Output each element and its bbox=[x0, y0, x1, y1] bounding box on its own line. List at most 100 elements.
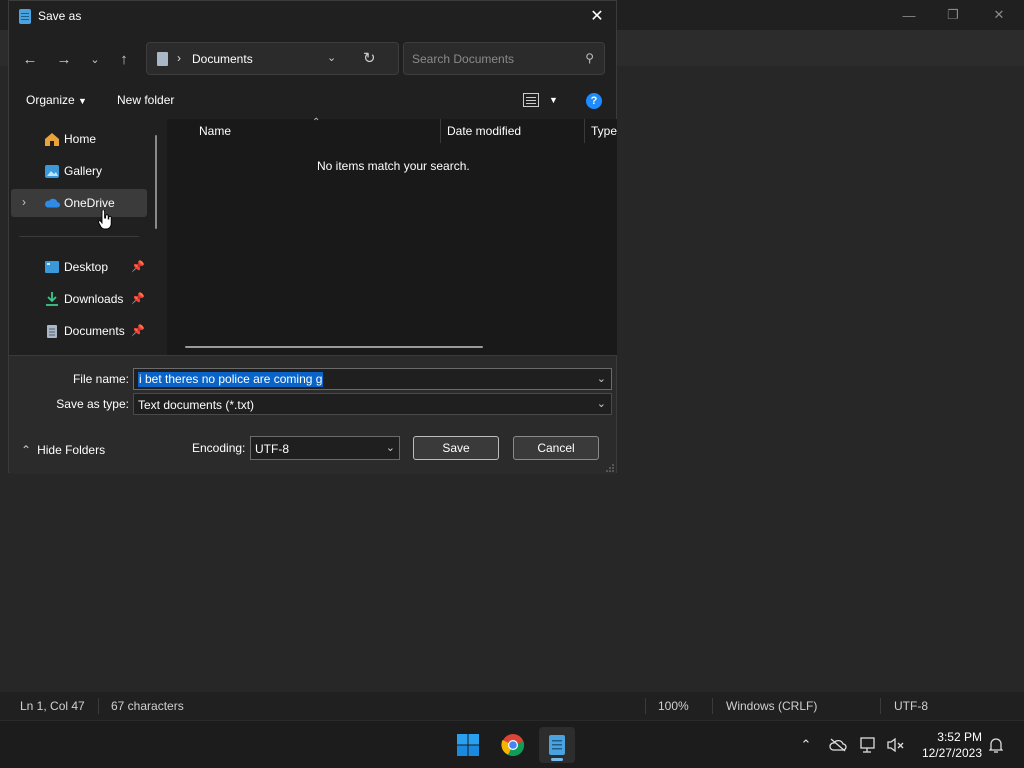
column-header-date-modified[interactable]: Date modified bbox=[447, 124, 521, 138]
breadcrumb-chevron-icon: › bbox=[177, 51, 181, 65]
zoom-level: 100% bbox=[658, 699, 689, 713]
chevron-up-icon[interactable]: ⌃ bbox=[796, 735, 816, 755]
chevron-down-icon[interactable]: ⌄ bbox=[597, 372, 606, 385]
new-folder-button[interactable]: New folder bbox=[117, 93, 174, 107]
search-icon[interactable]: ⚲ bbox=[585, 51, 594, 65]
search-box[interactable]: ⚲ bbox=[403, 42, 605, 75]
line-ending: Windows (CRLF) bbox=[726, 699, 818, 713]
status-encoding: UTF-8 bbox=[894, 699, 928, 713]
character-count: 67 characters bbox=[111, 699, 184, 713]
file-name-input[interactable]: i bet theres no police are coming g bbox=[138, 372, 324, 387]
save-as-dialog: Save as ✕ ← → ⌄ ↑ › Documents ⌄ ↻ ⚲ Orga… bbox=[8, 0, 617, 474]
file-name-label: File name: bbox=[72, 372, 129, 386]
dialog-title: Save as bbox=[38, 9, 82, 23]
nav-item-label: Desktop bbox=[64, 260, 109, 274]
gallery-icon bbox=[44, 163, 60, 179]
documents-icon bbox=[157, 52, 168, 66]
pin-icon: 📌 bbox=[131, 261, 145, 273]
organize-label: Organize bbox=[26, 93, 75, 107]
empty-results-message: No items match your search. bbox=[317, 159, 470, 173]
encoding-label: Encoding: bbox=[192, 441, 246, 455]
volume-muted-icon[interactable] bbox=[886, 735, 906, 755]
column-header-type[interactable]: Type bbox=[591, 124, 617, 138]
nav-scrollbar[interactable] bbox=[155, 135, 157, 229]
save-as-type-label: Save as type: bbox=[56, 397, 129, 411]
desktop-icon bbox=[44, 259, 60, 275]
nav-item-label: OneDrive bbox=[64, 196, 115, 210]
close-icon[interactable]: ✕ bbox=[976, 0, 1022, 30]
up-arrow-icon[interactable]: ↑ bbox=[112, 47, 136, 71]
chevron-right-icon[interactable]: › bbox=[22, 195, 26, 209]
nav-item-label: Gallery bbox=[64, 164, 103, 178]
address-bar[interactable]: › Documents ⌄ ↻ bbox=[146, 42, 399, 75]
notepad-icon bbox=[19, 9, 31, 24]
navigation-bar: ← → ⌄ ↑ › Documents ⌄ ↻ ⚲ bbox=[9, 39, 616, 79]
view-chevron-down-icon[interactable]: ▼ bbox=[549, 95, 558, 105]
nav-item-gallery[interactable]: Gallery bbox=[11, 157, 147, 185]
close-icon[interactable]: ✕ bbox=[584, 4, 610, 28]
save-as-type-value: Text documents (*.txt) bbox=[138, 398, 255, 412]
notepad-statusbar: Ln 1, Col 47 67 characters 100% Windows … bbox=[0, 692, 1024, 720]
hand-cursor-icon bbox=[98, 210, 112, 230]
view-options-icon[interactable] bbox=[523, 93, 539, 107]
dialog-titlebar: Save as ✕ bbox=[9, 1, 616, 31]
back-arrow-icon[interactable]: ← bbox=[18, 47, 42, 71]
hide-folders-label: Hide Folders bbox=[37, 443, 106, 457]
cursor-position: Ln 1, Col 47 bbox=[20, 699, 85, 713]
restore-icon[interactable]: ❐ bbox=[930, 0, 976, 30]
address-dropdown-icon[interactable]: ⌄ bbox=[327, 51, 336, 64]
save-as-type-select[interactable]: Text documents (*.txt) ⌄ bbox=[133, 393, 612, 415]
windows-icon bbox=[457, 734, 479, 756]
start-button[interactable] bbox=[450, 727, 486, 763]
encoding-value: UTF-8 bbox=[255, 442, 289, 456]
notepad-icon bbox=[549, 735, 565, 755]
resize-grip-icon[interactable] bbox=[606, 464, 614, 472]
search-input[interactable] bbox=[412, 51, 572, 67]
file-name-field[interactable]: i bet theres no police are coming g ⌄ bbox=[133, 368, 612, 390]
nav-item-downloads[interactable]: Downloads 📌 bbox=[11, 285, 147, 313]
save-button[interactable]: Save bbox=[413, 436, 499, 460]
nav-item-desktop[interactable]: Desktop 📌 bbox=[11, 253, 147, 281]
minimize-icon[interactable]: — bbox=[886, 0, 932, 30]
command-bar: Organize ▼ New folder ▼ ? bbox=[9, 85, 616, 117]
nav-item-home[interactable]: Home bbox=[11, 125, 147, 153]
chrome-icon bbox=[501, 734, 525, 757]
encoding-select[interactable]: UTF-8 ⌄ bbox=[250, 436, 400, 460]
downloads-icon bbox=[44, 291, 60, 307]
horizontal-scrollbar[interactable] bbox=[185, 346, 483, 348]
notepad-taskbar-button[interactable] bbox=[539, 727, 575, 763]
cancel-button[interactable]: Cancel bbox=[513, 436, 599, 460]
nav-item-documents[interactable]: Documents 📌 bbox=[11, 317, 147, 345]
chrome-button[interactable] bbox=[495, 727, 531, 763]
onedrive-offline-icon[interactable] bbox=[828, 735, 848, 755]
nav-item-label: Home bbox=[64, 132, 97, 146]
help-button[interactable]: ? bbox=[586, 93, 602, 109]
recent-locations-chevron-icon[interactable]: ⌄ bbox=[83, 47, 107, 71]
chevron-down-icon: ▼ bbox=[78, 96, 87, 106]
navigation-pane: Home Gallery › OneDrive Desktop 📌 Downlo… bbox=[9, 119, 167, 355]
notification-bell-icon[interactable] bbox=[986, 735, 1006, 755]
nav-divider bbox=[19, 236, 139, 237]
save-options-panel: File name: i bet theres no police are co… bbox=[9, 355, 616, 474]
hide-folders-button[interactable]: ⌃ Hide Folders bbox=[21, 443, 105, 457]
organize-button[interactable]: Organize ▼ bbox=[26, 93, 87, 107]
documents-icon bbox=[44, 323, 60, 339]
chevron-down-icon: ⌄ bbox=[596, 398, 606, 410]
taskbar: ⌃ 3:52 PM 12/27/2023 bbox=[0, 720, 1024, 768]
file-list: ⌃ Name Date modified Type No items match… bbox=[167, 117, 617, 355]
nav-item-label: Downloads bbox=[64, 292, 124, 306]
chevron-down-icon: ⌄ bbox=[385, 442, 395, 454]
pin-icon: 📌 bbox=[131, 293, 145, 305]
pin-icon: 📌 bbox=[131, 325, 145, 337]
clock[interactable]: 3:52 PM 12/27/2023 bbox=[922, 729, 982, 761]
sort-ascending-icon: ⌃ bbox=[312, 117, 321, 128]
breadcrumb-documents[interactable]: Documents bbox=[192, 52, 253, 66]
nav-item-label: Documents bbox=[64, 324, 125, 338]
forward-arrow-icon[interactable]: → bbox=[52, 47, 76, 71]
network-icon[interactable] bbox=[859, 735, 879, 755]
column-header-name[interactable]: Name bbox=[199, 124, 231, 138]
nav-item-onedrive[interactable]: › OneDrive bbox=[11, 189, 147, 217]
refresh-icon[interactable]: ↻ bbox=[363, 49, 376, 67]
chevron-up-icon: ⌃ bbox=[21, 443, 32, 457]
clock-date: 12/27/2023 bbox=[921, 746, 982, 760]
